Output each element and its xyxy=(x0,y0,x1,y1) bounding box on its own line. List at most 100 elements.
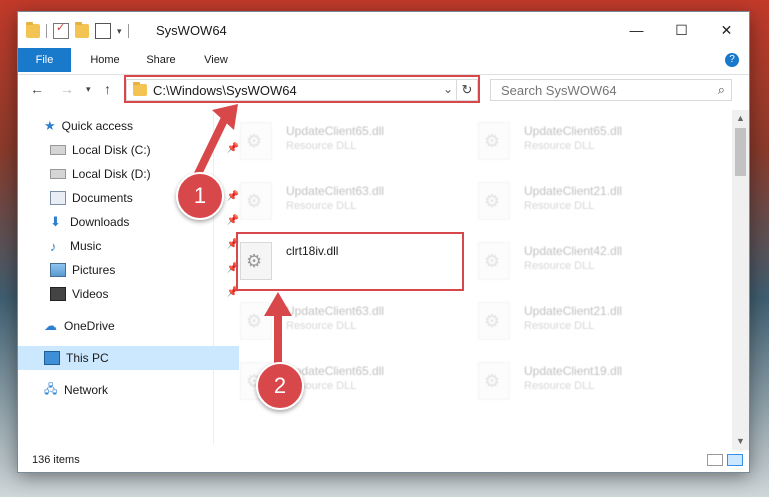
navigation-pane: ★ Quick access Local Disk (C:) 📌 Local D… xyxy=(18,110,239,445)
search-box[interactable]: ⌕ xyxy=(490,79,732,101)
star-icon: ★ xyxy=(44,118,56,133)
dll-file-icon xyxy=(478,122,510,160)
dll-file-icon xyxy=(240,182,272,220)
window-title: SysWOW64 xyxy=(156,23,227,38)
file-name: UpdateClient42.dll xyxy=(524,244,623,258)
list-item[interactable]: UpdateClient21.dll Resource DLL xyxy=(474,176,694,226)
dll-file-icon xyxy=(478,182,510,220)
network-icon: 🖧 xyxy=(44,381,58,396)
search-icon[interactable]: ⌕ xyxy=(718,82,725,98)
list-item[interactable]: UpdateClient19.dll Resource DLL xyxy=(474,356,694,406)
file-type: Resource DLL xyxy=(286,140,357,152)
tab-share[interactable]: Share xyxy=(140,48,182,72)
list-item[interactable]: UpdateClient63.dll Resource DLL xyxy=(236,176,456,226)
sidebar-item-label: Music xyxy=(70,239,102,253)
sidebar-item-label: Network xyxy=(64,383,109,397)
close-button[interactable]: ✕ xyxy=(704,12,749,48)
sidebar-item-quick-access[interactable]: ★ Quick access xyxy=(18,114,239,138)
title-bar: ▾ SysWOW64 — ☐ ✕ xyxy=(18,12,749,48)
new-folder-icon[interactable] xyxy=(75,22,89,38)
scroll-down-icon[interactable]: ▼ xyxy=(732,433,749,450)
file-highlight xyxy=(236,232,464,291)
address-bar-highlight xyxy=(124,75,480,103)
help-icon[interactable]: ? xyxy=(725,53,739,67)
drive-icon xyxy=(50,169,66,179)
recent-locations-chevron-icon[interactable]: ▾ xyxy=(86,84,91,95)
step-1-badge: 1 xyxy=(176,172,224,220)
window-controls: — ☐ ✕ xyxy=(614,12,749,48)
dll-file-icon xyxy=(478,362,510,400)
details-view-icon[interactable] xyxy=(707,454,723,466)
cloud-icon: ☁ xyxy=(44,318,57,333)
sidebar-item-music[interactable]: ♪ Music 📌 xyxy=(18,234,245,258)
sidebar-item-label: This PC xyxy=(66,351,109,365)
minimize-button[interactable]: — xyxy=(614,12,659,48)
sidebar-item-label: OneDrive xyxy=(64,319,115,333)
sidebar-item-onedrive[interactable]: ☁ OneDrive xyxy=(18,314,239,338)
list-item[interactable]: UpdateClient65.dll Resource DLL xyxy=(474,116,694,166)
quick-access-toolbar: ▾ xyxy=(26,21,129,39)
file-name: UpdateClient63.dll xyxy=(286,304,385,318)
sidebar-item-network[interactable]: 🖧 Network xyxy=(18,378,239,402)
search-input[interactable] xyxy=(499,82,703,99)
music-icon: ♪ xyxy=(50,238,57,254)
file-name: UpdateClient63.dll xyxy=(286,184,385,198)
sidebar-item-label: Local Disk (D:) xyxy=(72,167,151,181)
list-item[interactable]: UpdateClient21.dll Resource DLL xyxy=(474,296,694,346)
customize-toolbar-chevron-icon[interactable]: ▾ xyxy=(117,26,122,37)
up-arrow-icon[interactable]: ↑ xyxy=(104,81,111,97)
scroll-up-icon[interactable]: ▲ xyxy=(732,110,749,127)
toolbar-divider xyxy=(46,24,47,38)
view-switcher xyxy=(707,454,743,466)
sidebar-item-local-disk-c[interactable]: Local Disk (C:) 📌 xyxy=(18,138,245,162)
file-name: UpdateClient21.dll xyxy=(524,184,623,198)
file-type: Resource DLL xyxy=(524,200,595,212)
sidebar-item-label: Pictures xyxy=(72,263,116,277)
tab-view[interactable]: View xyxy=(198,48,234,72)
file-name: UpdateClient65.dll xyxy=(286,124,385,138)
sidebar-item-label: Local Disk (C:) xyxy=(72,143,151,157)
file-type: Resource DLL xyxy=(524,260,595,272)
sidebar-item-this-pc[interactable]: This PC xyxy=(18,346,239,370)
step-2-badge: 2 xyxy=(256,362,304,410)
dll-file-icon xyxy=(478,242,510,280)
back-arrow-icon[interactable]: ← xyxy=(30,81,44,97)
list-item[interactable]: UpdateClient63.dll Resource DLL xyxy=(236,296,456,346)
file-name: UpdateClient21.dll xyxy=(524,304,623,318)
large-icons-view-icon[interactable] xyxy=(727,454,743,466)
file-type: Resource DLL xyxy=(286,200,357,212)
scrollbar-thumb[interactable] xyxy=(735,128,746,176)
item-count: 136 items xyxy=(32,454,80,466)
file-name: UpdateClient65.dll xyxy=(524,124,623,138)
dll-file-icon xyxy=(478,302,510,340)
tab-file[interactable]: File xyxy=(18,48,71,72)
documents-icon xyxy=(50,191,66,205)
sidebar-item-label: Downloads xyxy=(70,215,130,229)
file-type: Resource DLL xyxy=(524,140,595,152)
vertical-scrollbar[interactable]: ▲ ▼ xyxy=(732,110,749,450)
download-icon: ⬇ xyxy=(50,214,61,229)
file-type: Resource DLL xyxy=(286,320,357,332)
forward-arrow-icon[interactable]: → xyxy=(60,81,74,97)
videos-icon xyxy=(50,287,66,301)
file-type: Resource DLL xyxy=(524,320,595,332)
sidebar-item-label: Videos xyxy=(72,287,109,301)
sidebar-item-videos[interactable]: Videos 📌 xyxy=(18,282,245,306)
computer-icon xyxy=(44,351,60,365)
list-item[interactable]: UpdateClient65.dll Resource DLL xyxy=(236,116,456,166)
folder-icon[interactable] xyxy=(26,22,40,38)
pictures-icon xyxy=(50,263,66,277)
properties-icon[interactable] xyxy=(95,23,111,39)
maximize-button[interactable]: ☐ xyxy=(659,12,704,48)
dll-file-icon xyxy=(240,302,272,340)
ribbon-tabs: File Home Share View ? xyxy=(18,48,749,75)
drive-icon xyxy=(50,145,66,155)
toolbar-divider xyxy=(127,24,129,38)
tab-home[interactable]: Home xyxy=(82,48,128,72)
file-name: UpdateClient19.dll xyxy=(524,364,623,378)
list-item[interactable]: UpdateClient42.dll Resource DLL xyxy=(474,236,694,286)
file-type: Resource DLL xyxy=(524,380,595,392)
status-bar: 136 items xyxy=(18,450,749,472)
sidebar-item-pictures[interactable]: Pictures 📌 xyxy=(18,258,245,282)
properties-check-icon[interactable] xyxy=(53,21,69,39)
